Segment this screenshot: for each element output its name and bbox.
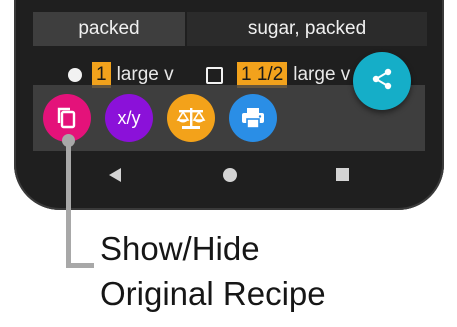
callout-line-1: Show/Hide	[100, 230, 260, 267]
radio-button[interactable]	[68, 68, 82, 82]
share-icon	[370, 67, 394, 96]
copy-icon	[56, 106, 78, 130]
checkbox[interactable]	[206, 66, 223, 84]
callout-line-2: Original Recipe	[100, 275, 326, 312]
ingredient-text: large v	[116, 64, 174, 85]
scale-icon	[176, 105, 206, 131]
callout-label: Show/Hide Original Recipe	[100, 226, 326, 316]
home-icon[interactable]	[222, 167, 238, 188]
back-icon[interactable]	[108, 167, 122, 188]
print-icon	[241, 107, 265, 129]
ingredient-text: large v	[293, 64, 351, 85]
callout-line	[66, 140, 71, 268]
callout-line	[66, 263, 94, 268]
print-button[interactable]	[229, 94, 277, 142]
android-nav-bar	[33, 151, 425, 199]
share-button[interactable]	[353, 52, 411, 110]
scale-button[interactable]	[167, 94, 215, 142]
xy-label: x/y	[117, 107, 141, 128]
conversion-button[interactable]: x/y	[105, 94, 153, 142]
column-header-packed: packed	[33, 12, 185, 46]
recents-icon[interactable]	[335, 167, 350, 187]
column-header-sugar-packed: sugar, packed	[187, 12, 427, 46]
